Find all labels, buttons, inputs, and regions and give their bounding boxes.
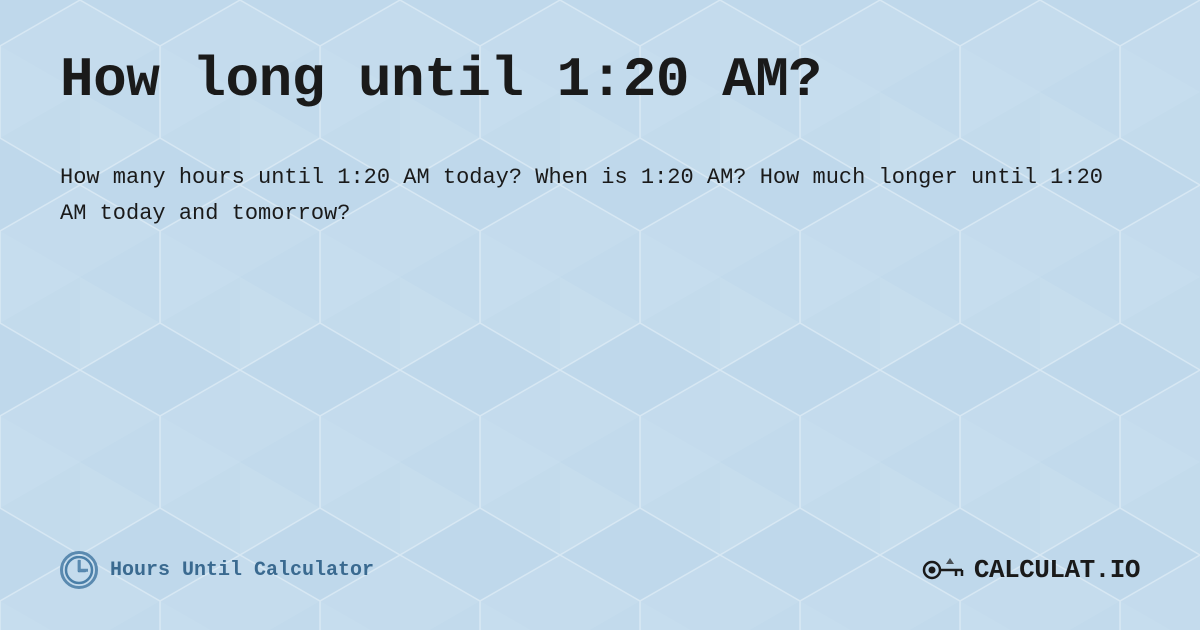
footer: Hours Until Calculator CALCULAT.IO: [60, 530, 1140, 590]
clock-icon: [60, 551, 98, 589]
brand-section: Hours Until Calculator: [60, 551, 374, 589]
brand-label: Hours Until Calculator: [110, 559, 374, 582]
calculat-icon: [920, 550, 968, 590]
page-description: How many hours until 1:20 AM today? When…: [60, 160, 1120, 233]
calculat-logo: CALCULAT.IO: [920, 550, 1140, 590]
calculat-text: CALCULAT.IO: [974, 555, 1140, 585]
page-title: How long until 1:20 AM?: [60, 48, 1140, 112]
